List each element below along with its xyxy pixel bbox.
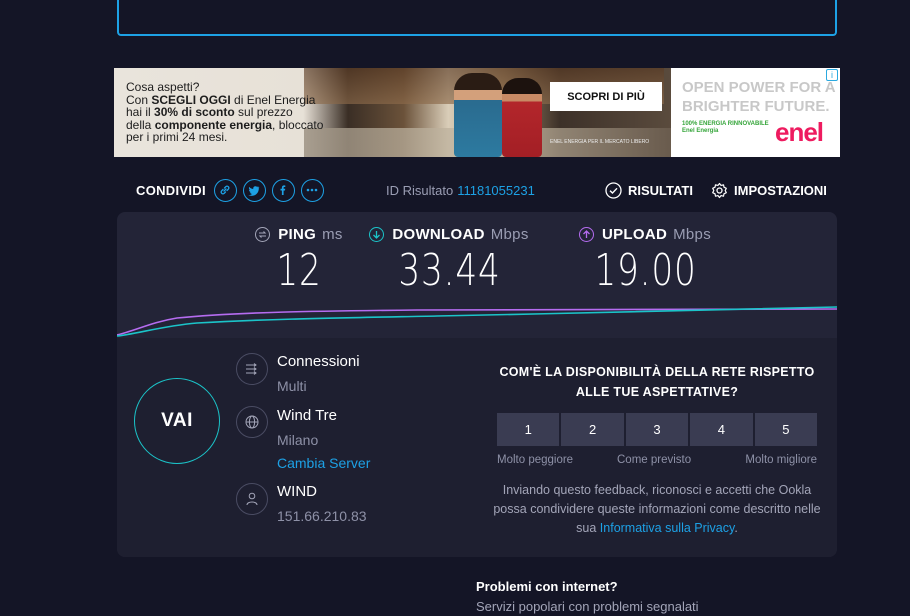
ping-icon (255, 227, 271, 242)
upload-label: UPLOAD (601, 226, 668, 243)
download-label: DOWNLOAD (392, 226, 485, 243)
enel-logo: enel (775, 117, 824, 147)
problems-subheading: Servizi popolari con problemi segnalati (476, 599, 699, 614)
ad-renewable-text: 100% ENERGIA RINNOVABILE Enel Energia (682, 121, 769, 134)
privacy-policy-link[interactable]: Informativa sulla Privacy (600, 521, 735, 535)
ping-value: 12 (276, 245, 322, 296)
upload-metric: UPLOAD Mbps 19.00 (578, 226, 712, 293)
go-button[interactable]: VAI (134, 378, 220, 464)
ad-line-5: per i primi 24 mesi. (126, 130, 228, 145)
upload-value: 19.00 (593, 245, 697, 296)
rating-scale: 1 2 3 4 5 (497, 413, 818, 446)
user-icon (236, 483, 268, 515)
download-unit: Mbps (490, 226, 529, 243)
problems-heading: Problemi con internet? (476, 579, 618, 594)
rating-button-1[interactable]: 1 (497, 413, 560, 446)
more-options-icon[interactable] (300, 178, 324, 202)
speed-graph (117, 306, 837, 337)
rating-button-5[interactable]: 5 (754, 413, 818, 446)
change-server-link[interactable]: Cambia Server (277, 455, 370, 471)
survey-disclaimer: Inviando questo feedback, riconosci e ac… (487, 481, 827, 538)
settings-label: IMPOSTAZIONI (734, 183, 827, 198)
survey-question: COM'È LA DISPONIBILITÀ DELLA RETE RISPET… (499, 365, 815, 399)
download-header: DOWNLOAD Mbps (369, 226, 528, 243)
rating-label-high: Molto migliore (745, 454, 817, 466)
ping-unit: ms (322, 226, 343, 243)
rating-button-4[interactable]: 4 (690, 413, 753, 446)
download-metric: DOWNLOAD Mbps 33.44 (369, 226, 528, 296)
results-panel: PING ms 12 DOWNLOAD Mbps 33.44 UPLOAD Mb… (117, 212, 837, 557)
connections-title: Connessioni (277, 353, 360, 370)
rating-label-low: Molto peggiore (497, 454, 574, 466)
previous-panel-frame (117, 0, 837, 36)
download-value: 33.44 (397, 245, 501, 296)
download-line (117, 306, 837, 337)
twitter-icon[interactable] (242, 178, 266, 202)
results-label: RISULTATI (628, 183, 693, 198)
connections-value: Multi (277, 378, 307, 394)
settings-button[interactable]: IMPOSTAZIONI (711, 182, 827, 199)
upload-header: UPLOAD Mbps (578, 226, 712, 243)
upload-unit: Mbps (673, 226, 712, 243)
rating-label-mid: Come previsto (617, 454, 692, 466)
isp-name: WIND (277, 483, 317, 500)
check-circle-icon (605, 182, 622, 199)
rating-button-2[interactable]: 2 (561, 413, 624, 446)
upload-arrow-icon (578, 227, 594, 242)
link-icon[interactable] (213, 178, 237, 202)
facebook-icon[interactable] (271, 178, 295, 202)
connections-icon (236, 353, 268, 385)
ping-label: PING (278, 226, 317, 243)
ad-person-woman (502, 78, 542, 157)
results-button[interactable]: RISULTATI (605, 182, 693, 199)
result-id-label: ID Risultato (386, 183, 454, 198)
ad-copy: Cosa aspetti? Con SCEGLI OGGI di Enel En… (126, 81, 346, 144)
ad-brand-panel: OPEN POWER FOR A BRIGHTER FUTURE. 100% E… (671, 68, 840, 157)
globe-icon (236, 406, 268, 438)
ping-metric: PING ms 12 (251, 226, 347, 293)
ad-fine-print: ENEL ENERGIA PER IL MERCATO LIBERO (550, 139, 650, 145)
result-id: ID Risultato 11181055231 (386, 183, 535, 198)
ping-header: PING ms (255, 226, 342, 243)
ad-person-man (454, 73, 502, 157)
panel-lower-section: VAI Connessioni Multi Wind Tre Milano Ca… (117, 338, 837, 557)
survey-note-end: . (734, 521, 738, 535)
share-bar: CONDIVIDI (136, 178, 330, 202)
share-label: CONDIVIDI (136, 182, 206, 198)
ad-cta-button[interactable]: SCOPRI DI PIÙ (550, 82, 662, 111)
server-host-name: Wind Tre (277, 407, 338, 424)
isp-ip: 151.66.210.83 (277, 508, 367, 524)
ad-slogan: OPEN POWER FOR A BRIGHTER FUTURE. (682, 79, 836, 115)
gear-icon (712, 182, 727, 199)
download-arrow-icon (369, 227, 385, 242)
advertisement-banner[interactable]: Cosa aspetti? Con SCEGLI OGGI di Enel En… (114, 68, 840, 157)
rating-button-3[interactable]: 3 (625, 413, 689, 446)
server-host-city: Milano (277, 432, 319, 448)
result-id-value[interactable]: 11181055231 (457, 183, 535, 198)
ad-info-icon[interactable]: i (826, 69, 838, 81)
